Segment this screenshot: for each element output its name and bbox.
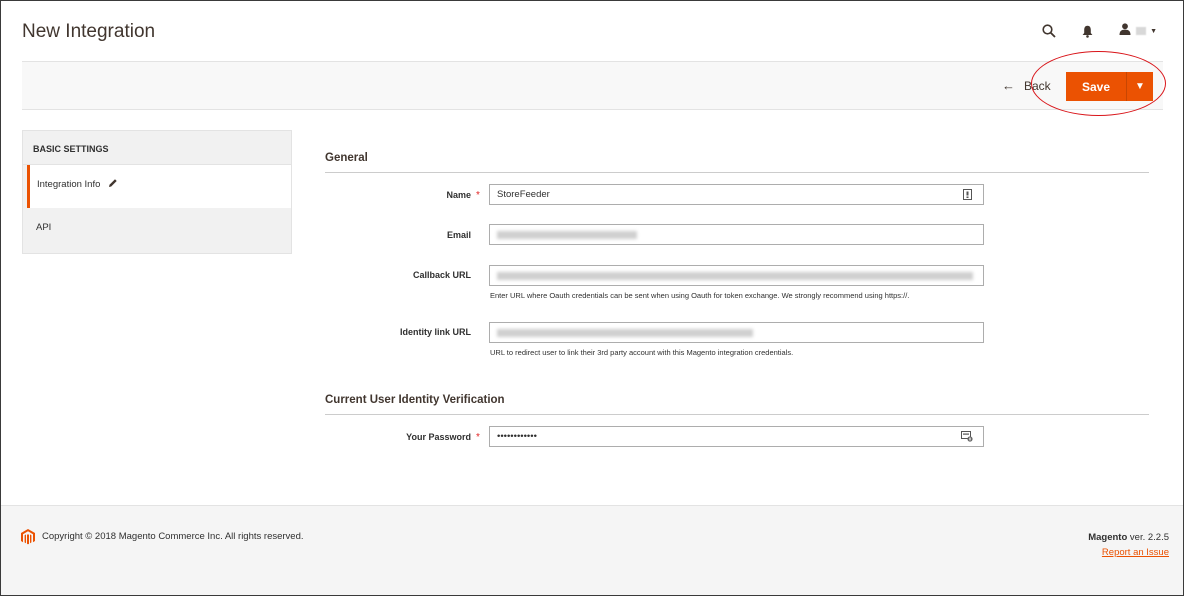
magento-logo-icon bbox=[21, 529, 35, 545]
divider bbox=[325, 414, 1149, 415]
identity-link-url-value-redacted bbox=[497, 329, 753, 337]
email-field[interactable] bbox=[489, 224, 984, 245]
password-value: •••••••••••• bbox=[497, 431, 537, 442]
copyright-text: Copyright © 2018 Magento Commerce Inc. A… bbox=[42, 531, 304, 542]
section-title-verification: Current User Identity Verification bbox=[325, 394, 505, 406]
identity-link-url-field[interactable] bbox=[489, 322, 984, 343]
divider bbox=[325, 172, 1149, 173]
pencil-icon bbox=[108, 178, 118, 208]
required-marker: * bbox=[476, 432, 480, 443]
sidebar-item-integration-info[interactable]: Integration Info bbox=[27, 165, 292, 208]
footer: Copyright © 2018 Magento Commerce Inc. A… bbox=[1, 505, 1183, 595]
save-options-toggle[interactable]: ▼ bbox=[1127, 72, 1153, 101]
name-label: Name bbox=[446, 190, 471, 200]
bell-icon[interactable] bbox=[1077, 21, 1097, 41]
page-actions-bar: ← Back Save ▼ bbox=[22, 61, 1163, 110]
arrow-left-icon: ← bbox=[1002, 78, 1015, 93]
user-menu[interactable]: ▼ bbox=[1119, 22, 1157, 40]
header-actions: ▼ bbox=[1039, 21, 1157, 41]
sidebar: BASIC SETTINGS Integration Info API bbox=[22, 130, 292, 254]
callback-url-field[interactable] bbox=[489, 265, 984, 286]
report-issue-link[interactable]: Report an Issue bbox=[1102, 547, 1169, 558]
page-title: New Integration bbox=[22, 21, 156, 42]
sidebar-item-label: API bbox=[36, 222, 52, 233]
password-manager-icon[interactable] bbox=[961, 431, 973, 442]
save-button[interactable]: Save bbox=[1066, 72, 1127, 101]
identity-link-url-note: URL to redirect user to link their 3rd p… bbox=[490, 348, 794, 357]
autofill-icon[interactable] bbox=[963, 189, 973, 200]
caret-down-icon: ▼ bbox=[1150, 27, 1157, 35]
version-text: Magento ver. 2.2.5 bbox=[1088, 532, 1169, 543]
required-marker: * bbox=[476, 190, 480, 201]
back-label: Back bbox=[1024, 78, 1051, 93]
user-name bbox=[1136, 27, 1147, 35]
password-label: Your Password bbox=[406, 432, 471, 442]
search-icon[interactable] bbox=[1039, 21, 1059, 41]
password-field[interactable]: •••••••••••• bbox=[489, 426, 984, 447]
identity-link-url-label: Identity link URL bbox=[399, 327, 471, 337]
save-split-button: Save ▼ bbox=[1066, 72, 1153, 101]
version-number: ver. 2.2.5 bbox=[1127, 532, 1169, 543]
section-title-general: General bbox=[325, 152, 368, 164]
back-button[interactable]: ← Back bbox=[1002, 78, 1051, 93]
email-label: Email bbox=[446, 230, 471, 240]
sidebar-item-api[interactable]: API bbox=[22, 208, 292, 254]
email-value-redacted bbox=[497, 231, 637, 239]
sidebar-item-label: Integration Info bbox=[37, 179, 101, 190]
callback-url-label: Callback URL bbox=[412, 270, 471, 280]
callback-url-value-redacted bbox=[497, 272, 973, 280]
brand-name: Magento bbox=[1088, 532, 1128, 543]
user-icon bbox=[1119, 22, 1131, 40]
sidebar-title: BASIC SETTINGS bbox=[22, 130, 292, 165]
name-value: StoreFeeder bbox=[497, 189, 550, 200]
name-field[interactable]: StoreFeeder bbox=[489, 184, 984, 205]
caret-down-icon: ▼ bbox=[1135, 81, 1145, 92]
callback-url-note: Enter URL where Oauth credentials can be… bbox=[490, 291, 910, 300]
